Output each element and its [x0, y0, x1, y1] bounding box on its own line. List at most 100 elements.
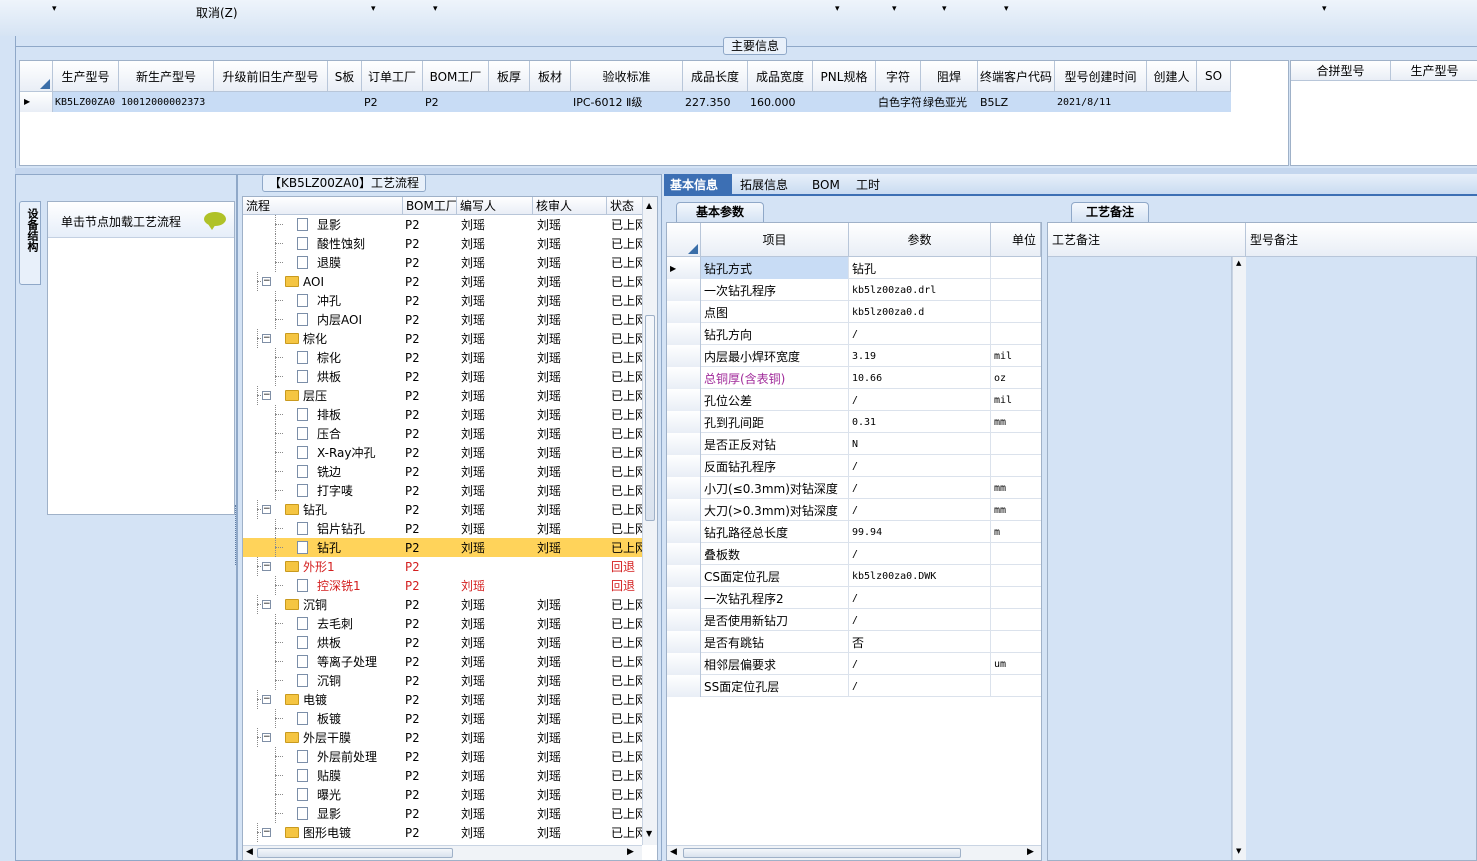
dropdown-arrow-icon[interactable]: ▾: [1004, 4, 1009, 14]
flow-row[interactable]: 显影 P2 刘瑶 刘瑶 已上网: [243, 804, 651, 823]
flow-row[interactable]: 外层前处理 P2 刘瑶 刘瑶 已上网: [243, 747, 651, 766]
param-value[interactable]: /: [849, 389, 991, 411]
flow-row[interactable]: 压合 P2 刘瑶 刘瑶 已上网: [243, 424, 651, 443]
flow-row[interactable]: 铝片钻孔 P2 刘瑶 刘瑶 已上网: [243, 519, 651, 538]
col-header[interactable]: 字符: [876, 61, 921, 92]
params-horizontal-scrollbar[interactable]: ◀ ▶: [667, 845, 1041, 860]
param-value[interactable]: kb5lz00za0.d: [849, 301, 991, 323]
flow-row[interactable]: 打字唛 P2 刘瑶 刘瑶 已上网: [243, 481, 651, 500]
flow-row[interactable]: 酸性蚀刻 P2 刘瑶 刘瑶 已上网: [243, 234, 651, 253]
basic-params-tab[interactable]: 基本参数: [676, 202, 764, 222]
select-all-icon[interactable]: [688, 244, 698, 254]
flow-row[interactable]: 烘板 P2 刘瑶 刘瑶 已上网: [243, 633, 651, 652]
flow-row[interactable]: 等离子处理 P2 刘瑶 刘瑶 已上网: [243, 652, 651, 671]
col-header[interactable]: 验收标准: [571, 61, 683, 92]
param-value[interactable]: /: [849, 675, 991, 697]
col-side-model[interactable]: 生产型号: [1391, 61, 1477, 81]
param-row[interactable]: 孔到孔间距 0.31 mm: [667, 411, 1041, 433]
vertical-tab-device-structure[interactable]: 设备结构: [19, 201, 41, 285]
param-value[interactable]: /: [849, 499, 991, 521]
scroll-up-icon[interactable]: ▲: [646, 201, 652, 210]
col-header[interactable]: 板材: [530, 61, 571, 92]
flow-col-header[interactable]: 流程: [243, 197, 403, 215]
scroll-right-icon[interactable]: ▶: [627, 847, 634, 857]
collapse-icon[interactable]: −: [262, 391, 271, 400]
param-row[interactable]: 钻孔路径总长度 99.94 m: [667, 521, 1041, 543]
col-header[interactable]: 成品宽度: [748, 61, 813, 92]
param-value[interactable]: N: [849, 433, 991, 455]
param-row[interactable]: CS面定位孔层 kb5lz00za0.DWK: [667, 565, 1041, 587]
col-item[interactable]: 项目: [701, 223, 849, 257]
flow-row[interactable]: 棕化 P2 刘瑶 刘瑶 已上网: [243, 348, 651, 367]
param-row[interactable]: 叠板数 /: [667, 543, 1041, 565]
col-header[interactable]: SO: [1197, 61, 1231, 92]
params-hscroll-thumb[interactable]: [683, 848, 961, 858]
col-header[interactable]: 阻焊: [921, 61, 978, 92]
param-row[interactable]: 是否正反对钻 N: [667, 433, 1041, 455]
param-row[interactable]: 点图 kb5lz00za0.d: [667, 301, 1041, 323]
param-value[interactable]: /: [849, 477, 991, 499]
param-value[interactable]: /: [849, 653, 991, 675]
remarks-tab[interactable]: 工艺备注: [1071, 202, 1149, 222]
flow-row[interactable]: − 钻孔 P2 刘瑶 刘瑶 已上网: [243, 500, 651, 519]
main-info-row[interactable]: KB5LZ00ZA0 10012000002373 P2 P2 IPC-6012 Ⅱ级 2…: [53, 92, 1231, 112]
col-unit[interactable]: 单位: [991, 223, 1041, 257]
load-flow-hint[interactable]: 单击节点加载工艺流程: [48, 202, 234, 238]
tab-2[interactable]: BOM: [806, 174, 848, 196]
param-row[interactable]: 相邻层偏要求 / um: [667, 653, 1041, 675]
param-row[interactable]: 钻孔方向 /: [667, 323, 1041, 345]
flow-col-header[interactable]: BOM工厂: [403, 197, 457, 215]
col-header[interactable]: 成品长度: [683, 61, 748, 92]
scroll-up-icon[interactable]: ▲: [1236, 259, 1241, 267]
flow-row[interactable]: 退膜 P2 刘瑶 刘瑶 已上网: [243, 253, 651, 272]
scroll-left-icon[interactable]: ◀: [670, 847, 677, 857]
dropdown-arrow-icon[interactable]: ▾: [892, 4, 897, 14]
process-remark-area[interactable]: [1048, 257, 1232, 860]
param-value[interactable]: /: [849, 609, 991, 631]
param-row[interactable]: 反面钻孔程序 /: [667, 455, 1041, 477]
param-row[interactable]: 总铜厚(含表铜) 10.66 oz: [667, 367, 1041, 389]
tab-3[interactable]: 工时: [850, 174, 894, 196]
param-row[interactable]: 内层最小焊环宽度 3.19 mil: [667, 345, 1041, 367]
param-value[interactable]: 0.31: [849, 411, 991, 433]
flow-scroll-thumb[interactable]: [645, 315, 655, 521]
tab-1[interactable]: 拓展信息: [734, 174, 804, 196]
flow-row[interactable]: 贴膜 P2 刘瑶 刘瑶 已上网: [243, 766, 651, 785]
col-header[interactable]: 创建人: [1147, 61, 1197, 92]
remark-vertical-scrollbar[interactable]: ▲ ▼: [1232, 257, 1246, 860]
flow-row[interactable]: 冲孔 P2 刘瑶 刘瑶 已上网: [243, 291, 651, 310]
col-header[interactable]: BOM工厂: [423, 61, 489, 92]
flow-row[interactable]: 去毛刺 P2 刘瑶 刘瑶 已上网: [243, 614, 651, 633]
col-process-remark[interactable]: 工艺备注: [1048, 223, 1246, 257]
param-value[interactable]: 99.94: [849, 521, 991, 543]
scroll-down-icon[interactable]: ▼: [646, 829, 652, 838]
flow-horizontal-scrollbar[interactable]: ◀ ▶: [243, 845, 642, 860]
flow-row[interactable]: 控深铣1 P2 刘瑶 回退: [243, 576, 651, 595]
col-header[interactable]: 订单工厂: [362, 61, 423, 92]
flow-row[interactable]: 曝光 P2 刘瑶 刘瑶 已上网: [243, 785, 651, 804]
flow-row[interactable]: − AOI P2 刘瑶 刘瑶 已上网: [243, 272, 651, 291]
flow-row[interactable]: 烘板 P2 刘瑶 刘瑶 已上网: [243, 367, 651, 386]
param-row[interactable]: 孔位公差 / mil: [667, 389, 1041, 411]
flow-row[interactable]: − 层压 P2 刘瑶 刘瑶 已上网: [243, 386, 651, 405]
flow-row[interactable]: 板镀 P2 刘瑶 刘瑶 已上网: [243, 709, 651, 728]
flow-hscroll-thumb[interactable]: [257, 848, 453, 858]
param-row[interactable]: 是否有跳钻否: [667, 631, 1041, 653]
flow-row[interactable]: − 沉铜 P2 刘瑶 刘瑶 已上网: [243, 595, 651, 614]
collapse-icon[interactable]: −: [262, 733, 271, 742]
flow-col-header[interactable]: 编写人: [457, 197, 533, 215]
param-value[interactable]: 3.19: [849, 345, 991, 367]
flow-row[interactable]: 钻孔 P2 刘瑶 刘瑶 已上网: [243, 538, 651, 557]
flow-row[interactable]: X-Ray冲孔 P2 刘瑶 刘瑶 已上网: [243, 443, 651, 462]
param-value[interactable]: /: [849, 323, 991, 345]
flow-row[interactable]: − 外形1 P2 回退: [243, 557, 651, 576]
scroll-right-icon[interactable]: ▶: [1027, 847, 1034, 857]
flow-row[interactable]: − 电镀 P2 刘瑶 刘瑶 已上网: [243, 690, 651, 709]
collapse-icon[interactable]: −: [262, 277, 271, 286]
param-value[interactable]: 钻孔: [849, 257, 991, 279]
scroll-left-icon[interactable]: ◀: [246, 847, 253, 857]
param-value[interactable]: kb5lz00za0.drl: [849, 279, 991, 301]
col-model-remark[interactable]: 型号备注: [1246, 223, 1477, 257]
dropdown-arrow-icon[interactable]: ▾: [835, 4, 840, 14]
col-header[interactable]: 板厚: [489, 61, 530, 92]
